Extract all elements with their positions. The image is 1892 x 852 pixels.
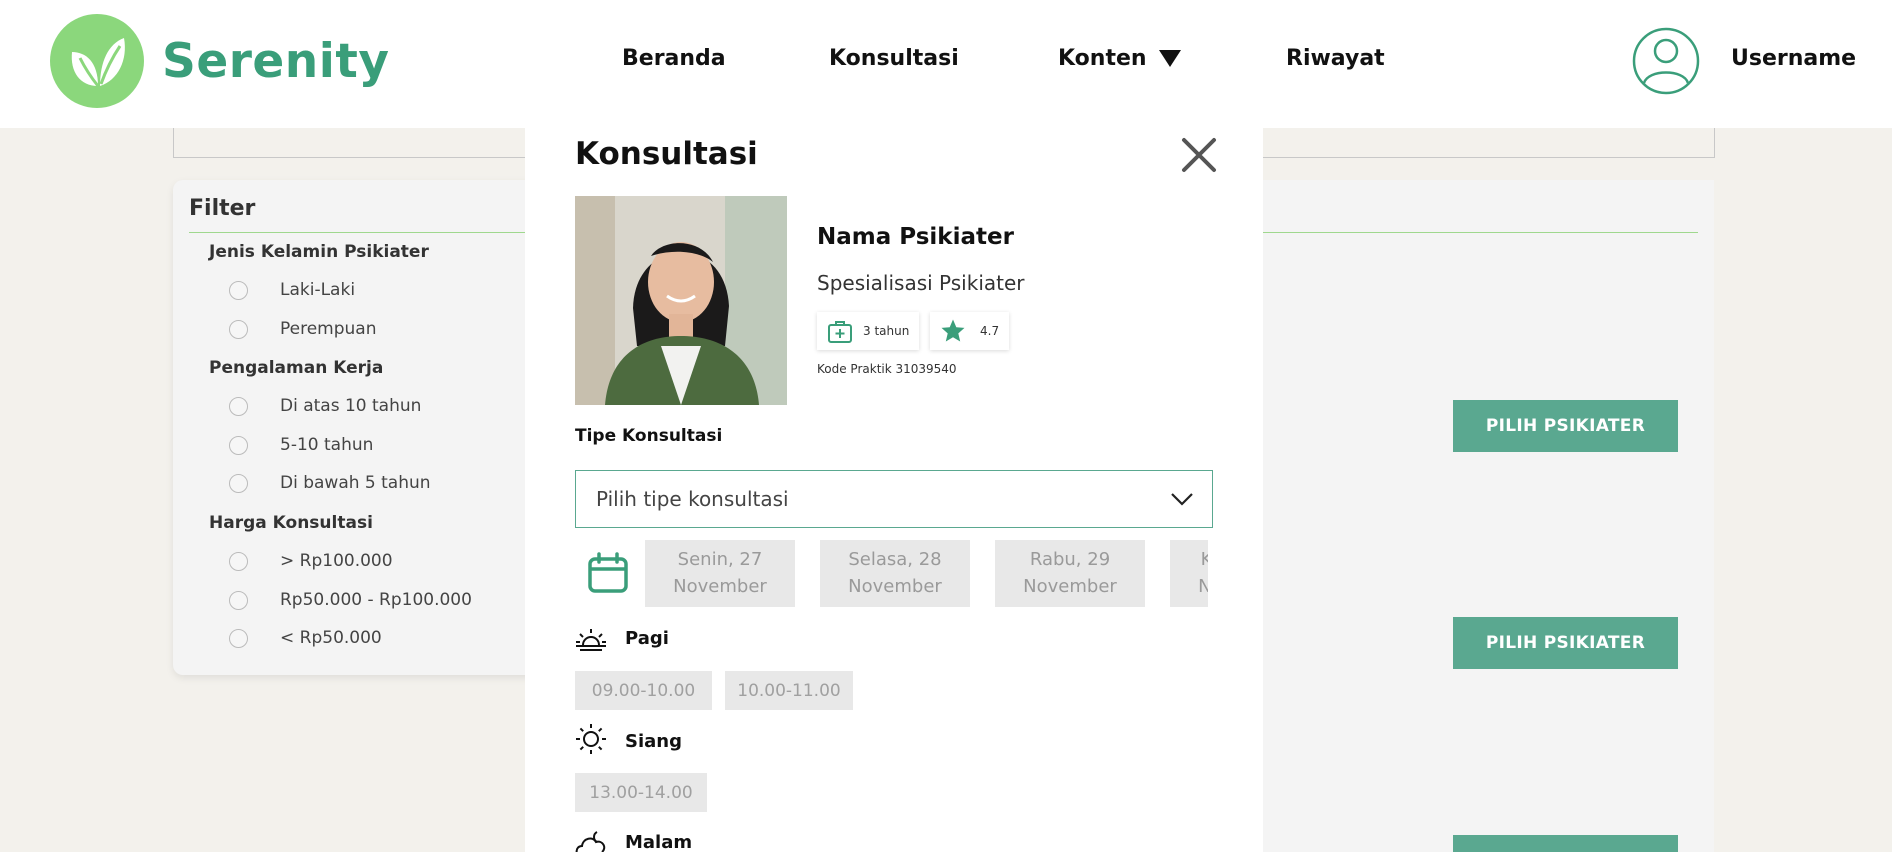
option-label: Di bawah 5 tahun (280, 473, 431, 493)
logo[interactable]: Serenity (50, 14, 389, 108)
option-label: 5-10 tahun (280, 435, 374, 455)
experience-text: 3 tahun (863, 324, 910, 338)
option-label: < Rp50.000 (280, 628, 382, 648)
psychiatrist-specialization: Spesialisasi Psikiater (817, 271, 1025, 295)
filter-option[interactable]: 5-10 tahun (229, 435, 373, 455)
date-option[interactable]: Selasa, 28 November (820, 540, 970, 607)
consultation-type-label: Tipe Konsultasi (575, 426, 723, 446)
radio-button[interactable] (229, 280, 248, 300)
radio-button[interactable] (229, 551, 248, 571)
konsultasi-modal: Konsultasi Nama Psikiater Spesialisasi P… (525, 128, 1263, 852)
chevron-down-icon (1171, 493, 1193, 506)
rating-badge: 4.7 (930, 312, 1010, 350)
caret-down-icon (1158, 50, 1181, 67)
date-day: Selasa, 28 (848, 549, 942, 570)
leaf-logo-icon (50, 14, 144, 108)
filter-option[interactable]: Di bawah 5 tahun (229, 473, 431, 493)
pilih-psikiater-button[interactable]: PILIH PSIKIATER (1453, 617, 1678, 669)
nav-konten[interactable]: Konten (1058, 46, 1181, 71)
filter-option[interactable]: Laki-Laki (229, 280, 355, 300)
modal-title: Konsultasi (575, 136, 758, 172)
date-month: November (848, 576, 942, 597)
filter-group-experience: Pengalaman Kerja (209, 358, 384, 378)
star-icon (941, 319, 965, 342)
date-month: November (1023, 576, 1117, 597)
select-placeholder: Pilih tipe konsultasi (596, 487, 789, 511)
nav-beranda[interactable]: Beranda (622, 46, 726, 71)
radio-button[interactable] (229, 473, 248, 493)
date-month: November (1198, 576, 1208, 597)
filter-group-price: Harga Konsultasi (209, 513, 373, 533)
divider (1220, 232, 1698, 233)
pilih-psikiater-button[interactable]: PILIH PSIKIATER (1453, 835, 1678, 852)
practice-code: Kode Praktik 31039540 (817, 362, 957, 376)
medical-bag-icon (828, 321, 852, 343)
rating-text: 4.7 (980, 324, 1000, 338)
nav-riwayat[interactable]: Riwayat (1286, 46, 1385, 71)
section-siang: Siang (625, 731, 682, 752)
pilih-psikiater-button[interactable]: PILIH PSIKIATER (1453, 400, 1678, 452)
filter-panel: Filter Jenis Kelamin Psikiater Laki-Laki… (173, 180, 543, 675)
filter-option[interactable]: Di atas 10 tahun (229, 396, 421, 416)
date-month: November (673, 576, 767, 597)
radio-button[interactable] (229, 396, 248, 416)
nav-konten-label: Konten (1058, 46, 1147, 71)
option-label: Perempuan (280, 319, 377, 339)
filter-option[interactable]: Rp50.000 - Rp100.000 (229, 590, 472, 610)
filter-title: Filter (189, 196, 256, 221)
psychiatrist-photo (575, 196, 787, 405)
radio-button[interactable] (229, 590, 248, 610)
option-label: > Rp100.000 (280, 551, 393, 571)
time-slot[interactable]: 09.00-10.00 (575, 671, 712, 710)
time-slot[interactable]: 10.00-11.00 (725, 671, 853, 710)
nav-konsultasi[interactable]: Konsultasi (829, 46, 959, 71)
section-malam: Malam (625, 832, 693, 852)
filter-option[interactable]: < Rp50.000 (229, 628, 382, 648)
username[interactable]: Username (1731, 46, 1856, 71)
option-label: Laki-Laki (280, 280, 356, 300)
psychiatrist-list (1220, 180, 1714, 852)
cloud-moon-icon (575, 831, 606, 852)
experience-badge: 3 tahun (817, 312, 920, 350)
sunrise-icon (576, 629, 606, 651)
radio-button[interactable] (229, 628, 248, 648)
option-label: Rp50.000 - Rp100.000 (280, 590, 472, 610)
sun-icon (576, 724, 606, 754)
filter-group-gender: Jenis Kelamin Psikiater (209, 242, 429, 262)
date-day: Senin, 27 (677, 549, 763, 570)
user-avatar-icon[interactable] (1632, 27, 1700, 95)
time-slot[interactable]: 13.00-14.00 (575, 773, 707, 812)
radio-button[interactable] (229, 319, 248, 339)
filter-option[interactable]: > Rp100.000 (229, 551, 393, 571)
top-navbar: Serenity Beranda Konsultasi Konten Riway… (0, 0, 1892, 128)
date-option[interactable]: Kamis, 30 November (1170, 540, 1208, 607)
psychiatrist-name: Nama Psikiater (817, 224, 1014, 250)
close-icon[interactable] (1180, 136, 1218, 174)
date-option[interactable]: Rabu, 29 November (995, 540, 1145, 607)
logo-text: Serenity (162, 33, 390, 89)
date-option-partial[interactable]: Kamis, 30 November (1170, 540, 1208, 607)
date-day: Kamis, 30 (1200, 549, 1208, 570)
date-option[interactable]: Senin, 27 November (645, 540, 795, 607)
consultation-type-select[interactable]: Pilih tipe konsultasi (575, 470, 1213, 528)
section-pagi: Pagi (625, 628, 669, 649)
calendar-icon[interactable] (587, 552, 629, 594)
option-label: Di atas 10 tahun (280, 396, 422, 416)
divider (189, 232, 529, 233)
radio-button[interactable] (229, 435, 248, 455)
date-day: Rabu, 29 (1029, 549, 1111, 570)
filter-option[interactable]: Perempuan (229, 319, 377, 339)
